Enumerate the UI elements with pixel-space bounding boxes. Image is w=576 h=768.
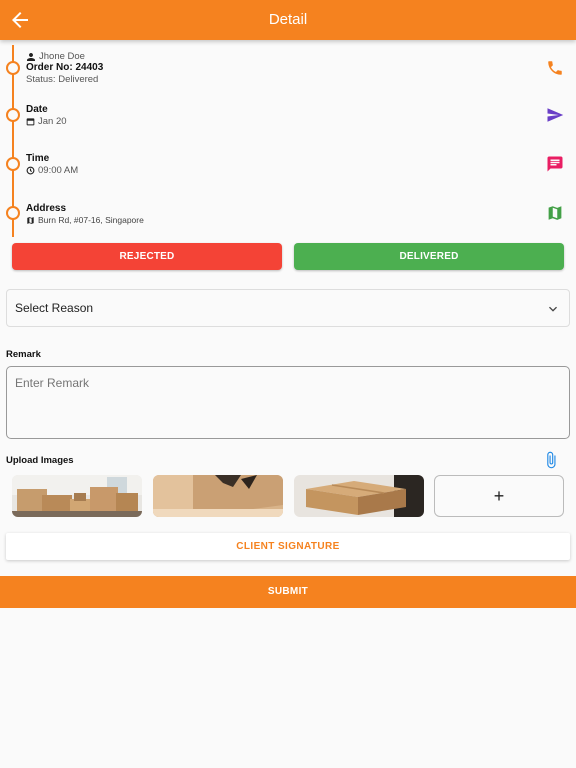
send-icon[interactable] — [546, 106, 564, 124]
customer-name: Jhone Doe — [39, 51, 85, 62]
reason-select-value: Select Reason — [15, 301, 94, 315]
date-value: Jan 20 — [38, 116, 67, 127]
timeline-node-order — [6, 61, 20, 75]
upload-images-label: Upload Images — [6, 455, 74, 466]
map-icon[interactable] — [546, 204, 564, 222]
timeline-node-time — [6, 157, 20, 171]
order-status: Status: Delivered — [26, 74, 99, 85]
delivered-button[interactable]: DELIVERED — [294, 243, 564, 270]
rejected-button[interactable]: REJECTED — [12, 243, 282, 270]
attachment-icon[interactable] — [542, 451, 560, 469]
uploaded-image-3[interactable] — [294, 475, 424, 517]
page-title: Detail — [268, 11, 308, 28]
time-info: Time 09:00 AM — [26, 153, 78, 176]
order-number: Order No: 24403 — [26, 62, 104, 73]
app-bar: Detail — [0, 0, 576, 40]
person-icon — [27, 52, 35, 61]
submit-button[interactable]: SUBMIT — [0, 576, 576, 608]
date-info: Date Jan 20 — [26, 104, 67, 127]
calendar-icon — [26, 118, 35, 126]
add-image-button[interactable]: + — [434, 475, 564, 517]
message-icon[interactable] — [546, 155, 564, 173]
time-label: Time — [26, 153, 50, 164]
address-label: Address — [26, 203, 67, 214]
chevron-down-icon — [549, 306, 557, 312]
time-value: 09:00 AM — [38, 165, 79, 176]
client-signature-button[interactable]: CLIENT SIGNATURE — [6, 533, 570, 560]
clock-icon — [26, 166, 35, 175]
remark-field[interactable] — [6, 366, 570, 439]
map-small-icon — [27, 217, 34, 224]
date-label: Date — [26, 104, 48, 115]
address-info: Address Burn Rd, #07-16, Singapore — [26, 203, 144, 226]
address-value: Burn Rd, #07-16, Singapore — [38, 215, 144, 225]
timeline-node-date — [6, 108, 20, 122]
reason-select[interactable]: Select Reason — [6, 289, 570, 327]
uploaded-image-1[interactable] — [12, 475, 142, 517]
timeline-node-address — [6, 206, 20, 220]
remark-label: Remark — [6, 349, 41, 360]
order-info: Jhone Doe Order No: 24403 Status: Delive… — [26, 51, 103, 85]
phone-icon[interactable] — [546, 59, 564, 77]
uploaded-image-2[interactable] — [153, 475, 283, 517]
